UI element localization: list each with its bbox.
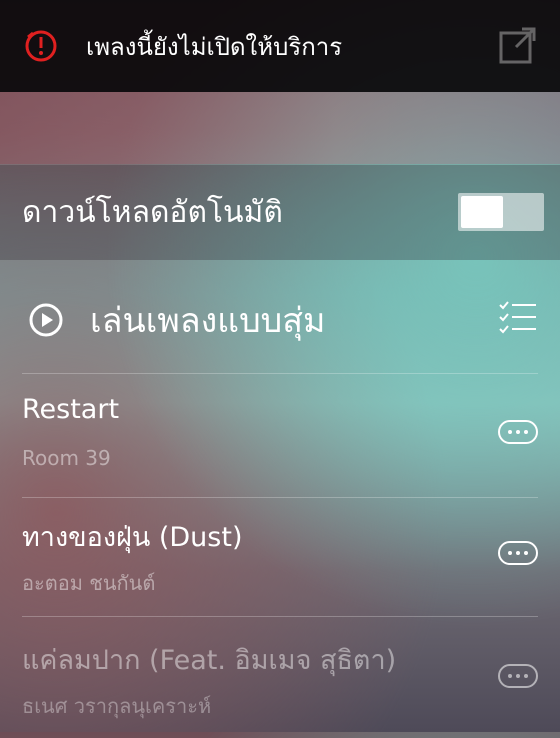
share-icon[interactable] <box>498 25 538 65</box>
shuffle-play-row[interactable]: เล่นเพลงแบบสุ่ม <box>0 268 560 372</box>
toggle-knob <box>461 196 503 228</box>
track-row[interactable]: Restart Room 39 <box>0 376 560 494</box>
divider <box>22 616 538 617</box>
auto-download-toggle[interactable] <box>458 193 544 231</box>
auto-download-row: ดาวน์โหลดอัตโนมัติ <box>0 165 560 260</box>
more-options-icon[interactable] <box>498 541 538 565</box>
notification-toast: เพลงนี้ยังไม่เปิดให้บริการ <box>0 0 560 92</box>
track-title: ทางของฝุ่น (Dust) <box>22 522 243 553</box>
track-artist: อะตอม ชนกันต์ <box>22 571 156 595</box>
play-circle-icon <box>29 303 63 337</box>
alert-clock-icon <box>25 30 57 62</box>
divider <box>22 373 538 374</box>
track-artist: ธเนศ วรากุลนุเคราะห์ <box>22 694 212 718</box>
checklist-icon[interactable] <box>498 298 538 338</box>
more-options-icon[interactable] <box>498 664 538 688</box>
toast-message: เพลงนี้ยังไม่เปิดให้บริการ <box>86 32 343 61</box>
more-options-icon[interactable] <box>498 420 538 444</box>
track-title: แค่ลมปาก (Feat. อิมเมจ สุธิตา) <box>22 645 397 676</box>
header-band <box>0 92 560 164</box>
shuffle-label: เล่นเพลงแบบสุ่ม <box>90 301 326 341</box>
auto-download-label: ดาวน์โหลดอัตโนมัติ <box>22 195 283 230</box>
track-artist: Room 39 <box>22 446 111 470</box>
track-title: Restart <box>22 394 120 425</box>
track-row-unavailable[interactable]: แค่ลมปาก (Feat. อิมเมจ สุธิตา) ธเนศ วราก… <box>0 620 560 738</box>
track-row[interactable]: ทางของฝุ่น (Dust) อะตอม ชนกันต์ <box>0 497 560 615</box>
